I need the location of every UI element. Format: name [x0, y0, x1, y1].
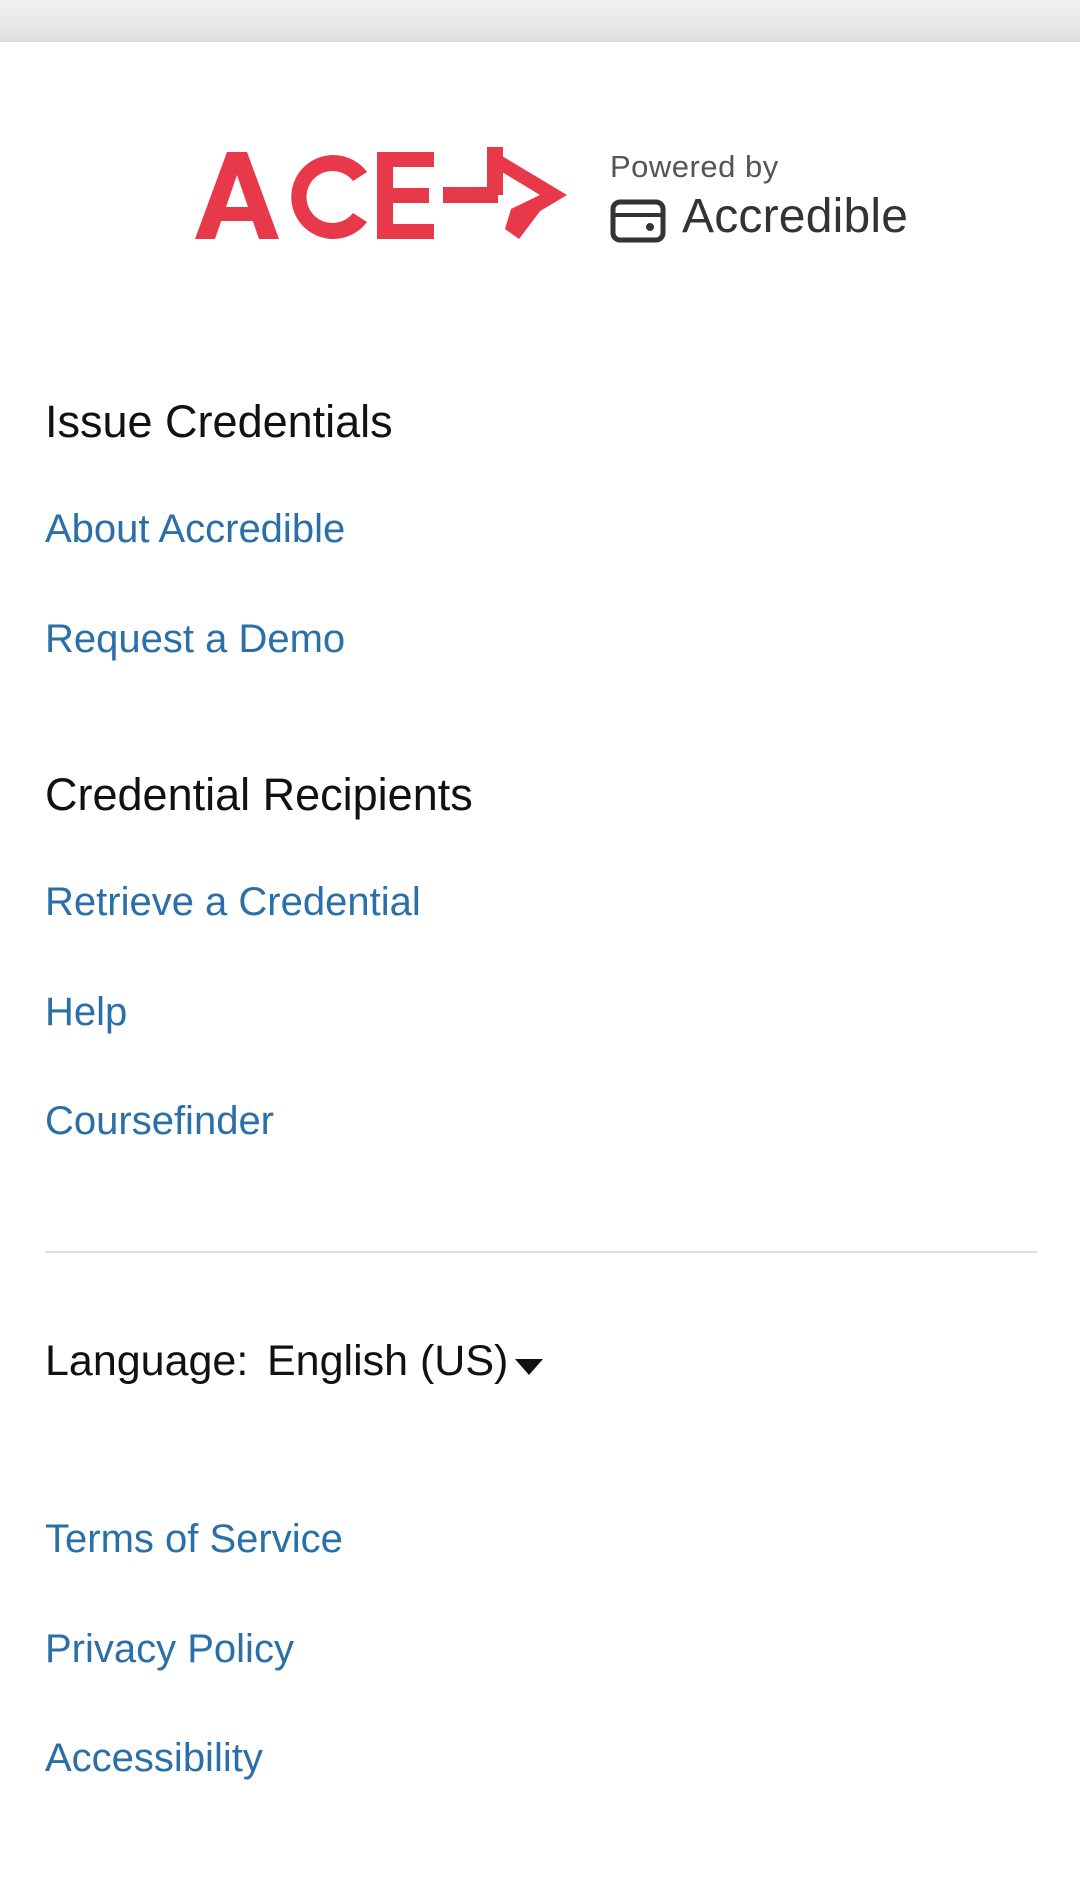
language-selector-row: Language: English (US) [45, 1337, 745, 1407]
privacy-policy-link[interactable]: Privacy Policy [45, 1627, 294, 1672]
powered-by-accredible[interactable]: Powered by Accredible [610, 149, 910, 259]
credential-recipients-heading: Credential Recipients [45, 769, 473, 820]
help-link[interactable]: Help [45, 990, 127, 1035]
language-selected-value: English (US) [267, 1337, 509, 1385]
page: Powered by Accredible Issue Credentials … [0, 0, 1080, 1887]
logo-row: Powered by Accredible [195, 147, 908, 287]
caret-down-icon [515, 1359, 543, 1375]
accredible-brand-name: Accredible [682, 190, 909, 243]
issue-credentials-heading: Issue Credentials [45, 396, 393, 447]
ace-logo[interactable] [195, 147, 567, 247]
top-bar-shadow [0, 0, 1080, 48]
accessibility-link[interactable]: Accessibility [45, 1736, 263, 1781]
footer-divider [45, 1251, 1037, 1253]
request-demo-link[interactable]: Request a Demo [45, 617, 345, 662]
about-accredible-link[interactable]: About Accredible [45, 507, 345, 552]
coursefinder-link[interactable]: Coursefinder [45, 1099, 274, 1144]
terms-of-service-link[interactable]: Terms of Service [45, 1517, 343, 1562]
accredible-wallet-icon [610, 199, 666, 243]
language-dropdown[interactable]: English (US) [267, 1337, 597, 1397]
retrieve-credential-link[interactable]: Retrieve a Credential [45, 880, 421, 925]
site-footer: Powered by Accredible Issue Credentials … [0, 42, 1080, 1887]
powered-by-label: Powered by [610, 149, 779, 184]
language-label: Language: [45, 1337, 249, 1385]
